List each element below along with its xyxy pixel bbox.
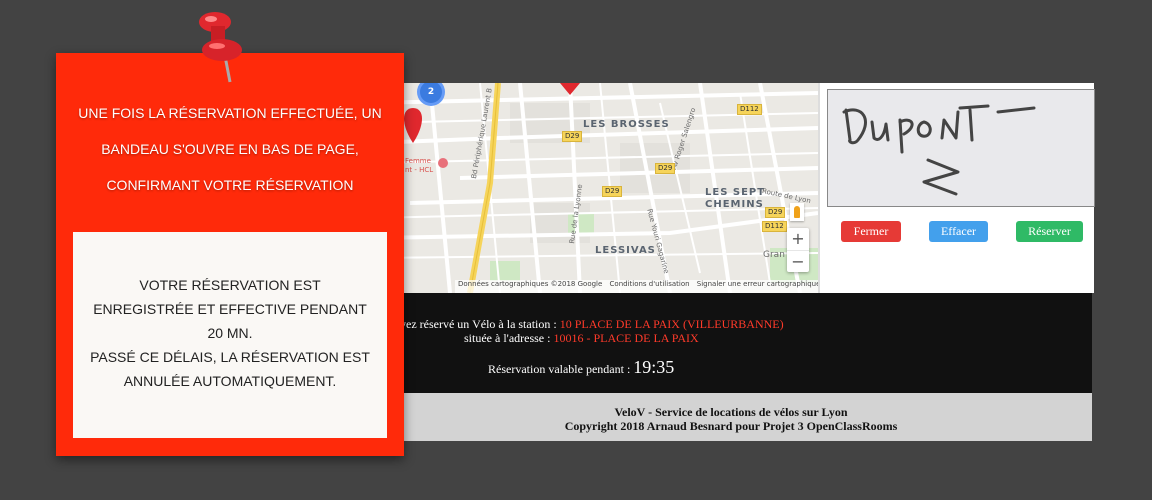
- address-prefix: située à l'adresse :: [464, 331, 554, 345]
- push-pin-icon: [199, 12, 242, 83]
- report-error-link[interactable]: Signaler une erreur cartographique: [697, 280, 818, 288]
- map-attribution: Données cartographiques ©2018 Google Con…: [455, 280, 818, 293]
- street-view-pegman-icon[interactable]: [790, 203, 804, 221]
- footer-service: VeloV - Service de locations de vélos su…: [614, 405, 848, 419]
- zoom-control: + −: [787, 228, 809, 272]
- station-line: vez réservé un Vélo à la station : 10 PL…: [400, 317, 784, 332]
- road-badge: D112: [762, 221, 787, 232]
- annotation-callout: UNE FOIS LA RÉSERVATION EFFECTUÉE, UN BA…: [56, 53, 404, 456]
- road-badge: D112: [737, 104, 762, 115]
- footer-copyright: Copyright 2018 Arnaud Besnard pour Proje…: [564, 419, 898, 433]
- countdown-timer: 19:35: [633, 357, 675, 377]
- timer-label: Réservation valable pendant :: [488, 362, 634, 376]
- station-name: 10 PLACE DE LA PAIX (VILLEURBANNE): [559, 317, 784, 331]
- road-badge: D29: [655, 163, 676, 174]
- district-label: LESSIVAS: [595, 245, 656, 256]
- timer-line: Réservation valable pendant : 19:35: [488, 357, 674, 378]
- callout-note: VOTRE RÉSERVATION EST ENREGISTRÉE ET EFF…: [73, 232, 387, 438]
- callout-text: UNE FOIS LA RÉSERVATION EFFECTUÉE, UN BA…: [66, 95, 394, 203]
- terms-link[interactable]: Conditions d'utilisation: [610, 280, 690, 288]
- district-label: LES SEPT: [705, 187, 766, 198]
- callout-line: CONFIRMANT VOTRE RÉSERVATION: [106, 177, 354, 193]
- clear-button[interactable]: Effacer: [929, 221, 988, 242]
- confirmation-banner: vez réservé un Vélo à la station : 10 PL…: [370, 293, 1092, 393]
- attribution-copyright: Données cartographiques ©2018 Google: [458, 280, 603, 288]
- poi-label: nt - HCL: [405, 166, 434, 174]
- note-line: VOTRE RÉSERVATION EST: [139, 277, 321, 293]
- note-text: VOTRE RÉSERVATION EST ENREGISTRÉE ET EFF…: [83, 273, 377, 393]
- note-line: PASSÉ CE DÉLAIS, LA RÉSERVATION EST: [90, 349, 370, 365]
- footer: VeloV - Service de locations de vélos su…: [370, 393, 1092, 441]
- station-address: 10016 - PLACE DE LA PAIX: [553, 331, 699, 345]
- signature-panel: Fermer Effacer Réserver: [818, 83, 1095, 293]
- signature-canvas[interactable]: [827, 89, 1095, 207]
- zoom-in-button[interactable]: +: [787, 228, 809, 251]
- signature-drawing: [842, 104, 1036, 196]
- note-line: ENREGISTRÉE ET EFFECTIVE PENDANT: [93, 301, 367, 317]
- close-button[interactable]: Fermer: [841, 221, 901, 242]
- address-line: située à l'adresse : 10016 - PLACE DE LA…: [464, 331, 699, 346]
- road-badge: D29: [602, 186, 623, 197]
- station-prefix: vez réservé un Vélo à la station :: [400, 317, 560, 331]
- road-badge: D29: [562, 131, 583, 142]
- district-label: LES BROSSES: [583, 119, 670, 130]
- callout-line: BANDEAU S'OUVRE EN BAS DE PAGE,: [101, 141, 359, 157]
- poi-label: Femme: [405, 157, 431, 165]
- road-badge: D29: [765, 207, 786, 218]
- map[interactable]: 2 LES BROSSES LES SEPT CHEMINS LESSIVAS …: [370, 83, 818, 293]
- place-label: Gran: [763, 250, 785, 260]
- note-line: 20 MN.: [207, 325, 253, 341]
- district-label: CHEMINS: [705, 199, 764, 210]
- zoom-out-button[interactable]: −: [787, 251, 809, 273]
- book-button[interactable]: Réserver: [1016, 221, 1083, 242]
- note-line: ANNULÉE AUTOMATIQUEMENT.: [123, 373, 337, 389]
- callout-line: UNE FOIS LA RÉSERVATION EFFECTUÉE, UN: [78, 105, 382, 121]
- velov-app: 2 LES BROSSES LES SEPT CHEMINS LESSIVAS …: [370, 83, 1095, 441]
